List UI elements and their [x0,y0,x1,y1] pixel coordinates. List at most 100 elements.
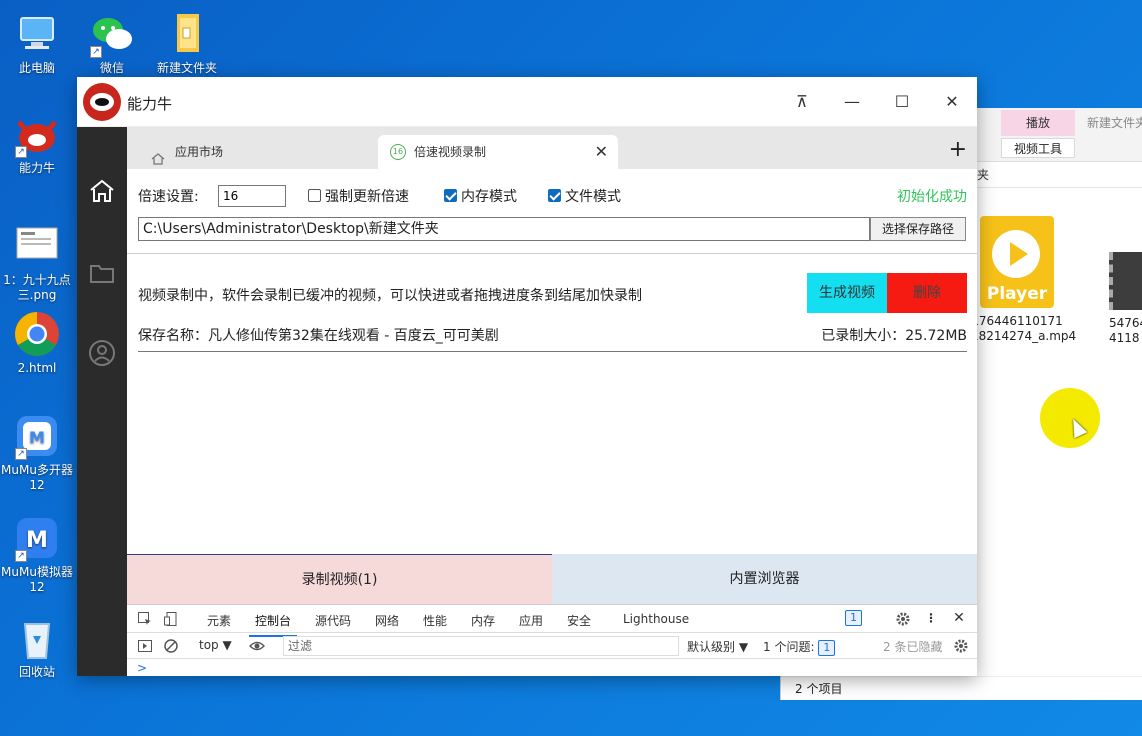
devtools-tab-memory[interactable]: 内存 [471,612,495,629]
log-level-select[interactable]: 默认级别 ▼ [687,638,748,655]
desktop-icon-label: 新建文件夹 [156,61,217,75]
checkbox-unchecked-icon [308,189,321,202]
settings-gear-icon[interactable] [895,611,911,627]
close-button[interactable]: ✕ [939,89,965,115]
context-selector[interactable]: top ▼ [199,638,232,652]
issues-summary[interactable]: 1 个问题: 1 [763,638,836,656]
devtools-tab-sources[interactable]: 源代码 [315,612,351,629]
tab-builtin-browser[interactable]: 内置浏览器 [552,554,977,604]
file-mode-checkbox[interactable]: 文件模式 [548,186,621,206]
ribbon-play-tab[interactable]: 播放 [1001,110,1075,136]
computer-icon [13,10,61,58]
tab-speed-recording[interactable]: 16 倍速视频录制 ✕ [378,135,618,169]
play-icon [1010,242,1028,266]
clear-console-icon[interactable] [163,638,179,654]
maximize-button[interactable]: ☐ [889,89,915,115]
inspect-element-icon[interactable] [137,611,153,627]
desktop-icon-recycle-bin[interactable]: 回收站 [0,614,74,680]
sidebar-toggle-icon[interactable] [137,638,153,654]
checkbox-checked-icon [548,189,561,202]
eye-icon[interactable] [249,638,265,654]
close-devtools-icon[interactable]: ✕ [951,610,967,626]
mumu-icon: M ↗ [13,412,61,460]
svg-text:M: M [29,428,45,447]
desktop-icon-wechat[interactable]: ↗ 微信 [75,10,149,76]
file-name: 54764 4118 [1109,316,1142,345]
tab-close-icon[interactable]: ✕ [595,135,608,169]
add-tab-button[interactable]: + [949,139,967,161]
recorded-size: 已录制大小：25.72MB [821,328,967,344]
app-title: 能力牛 [127,95,173,113]
player-thumbnail: Player [980,216,1054,308]
devtools-panel: 元素 控制台 源代码 网络 性能 内存 应用 安全 Lighthouse 1 ⋮… [127,604,977,676]
device-toolbar-icon[interactable] [163,611,179,627]
save-name: 保存名称：凡人修仙传第32集在线观看 - 百度云_可可美剧 [138,328,499,344]
divider [127,253,977,254]
init-status: 初始化成功 [897,189,967,205]
console-filter-input[interactable]: 过滤 [283,636,679,656]
devtools-tab-security[interactable]: 安全 [567,612,591,629]
desktop-icon-mumu-multi[interactable]: M ↗ MuMu多开器12 [0,412,74,493]
delete-button[interactable]: 删除 [887,273,967,313]
desktop-icon-html-file[interactable]: 2.html [0,310,74,376]
tab-record-video[interactable]: 录制视频(1) [127,554,552,604]
desktop-icon-label: 回收站 [18,665,55,679]
devtools-tab-lighthouse[interactable]: Lighthouse [623,612,689,626]
hidden-count: 2 条已隐藏 [883,640,943,654]
recycle-bin-icon [13,614,61,662]
shortcut-arrow-icon: ↗ [15,550,27,562]
issues-badge[interactable]: 1 [845,610,862,626]
devtools-tab-console[interactable]: 控制台 [248,612,298,637]
desktop-icon-label: 能力牛 [18,161,55,175]
checkbox-label: 内存模式 [461,189,517,205]
generate-video-button[interactable]: 生成视频 [807,273,887,313]
user-icon[interactable] [88,339,116,367]
speed-label: 倍速设置: [138,189,199,205]
explorer-title: 新建文件夹 [1087,116,1142,130]
title-bar[interactable]: 能力牛 ⊼ — ☐ ✕ [77,77,977,127]
console-input[interactable]: > [127,659,977,679]
speed-input[interactable] [218,185,286,207]
ribbon-video-tools-tab[interactable]: 视频工具 [1001,138,1075,158]
devtools-tab-network[interactable]: 网络 [375,612,399,629]
log-level-value: 默认级别 [687,640,736,654]
tab-bar: 应用市场 16 倍速视频录制 ✕ + [127,127,977,169]
console-settings-gear-icon[interactable] [953,638,969,654]
pin-button[interactable]: ⊼ [789,89,815,115]
video-thumbnail [1109,252,1142,310]
recording-panel: 倍速设置: 强制更新倍速 内存模式 文件模式 初始化成功 C:\Users\Ad… [127,169,977,554]
tab-label: 应用市场 [175,145,224,159]
desktop-icon-new-folder[interactable]: 新建文件夹 [150,10,224,76]
minimize-button[interactable]: — [839,89,865,115]
file-item[interactable]: 54764 4118 [1109,252,1142,346]
devtools-tab-elements[interactable]: 元素 [207,612,231,629]
desktop-icon-label: MuMu多开器12 [1,463,73,492]
desktop-icon-label: 1：九十九点三.png [3,273,71,302]
checkbox-label: 文件模式 [565,189,621,205]
tab-app-market[interactable]: 应用市场 [147,135,367,169]
app-logo-icon [83,83,121,121]
issues-label: 1 个问题: [763,640,815,654]
desktop-icon-this-pc[interactable]: 此电脑 [0,10,74,76]
desktop-icon-png-file[interactable]: 1：九十九点三.png [0,222,74,303]
home-icon[interactable] [88,177,116,205]
force-update-speed-checkbox[interactable]: 强制更新倍速 [308,186,409,206]
issues-badge-count: 1 [845,610,862,626]
bottom-tabs: 录制视频(1) 内置浏览器 [127,554,977,604]
devtools-tab-bar: 元素 控制台 源代码 网络 性能 内存 应用 安全 Lighthouse 1 ⋮… [127,605,977,637]
console-toolbar: top ▼ 过滤 默认级别 ▼ 1 个问题: 1 2 条已隐藏 [127,633,977,659]
settings-row: 倍速设置: 强制更新倍速 内存模式 文件模式 初始化成功 [138,181,967,209]
desktop-icon-label: 微信 [99,61,124,75]
save-path-input[interactable]: C:\Users\Administrator\Desktop\新建文件夹 [138,217,870,241]
desktop-icon-mumu-emulator[interactable]: M ↗ MuMu模拟器12 [0,514,74,595]
console-prompt-icon: > [137,661,148,675]
folder-icon[interactable] [88,259,116,287]
memory-mode-checkbox[interactable]: 内存模式 [444,186,517,206]
devtools-tab-performance[interactable]: 性能 [423,612,447,629]
more-options-icon[interactable]: ⋮ [923,611,939,627]
choose-save-path-button[interactable]: 选择保存路径 [870,217,966,241]
devtools-tab-application[interactable]: 应用 [519,612,543,629]
chrome-icon [13,310,61,358]
file-item[interactable]: Player 176446110171 18214274_a.mp4 [971,216,1076,344]
desktop-icon-nengliniu[interactable]: ↗ 能力牛 [0,110,74,176]
